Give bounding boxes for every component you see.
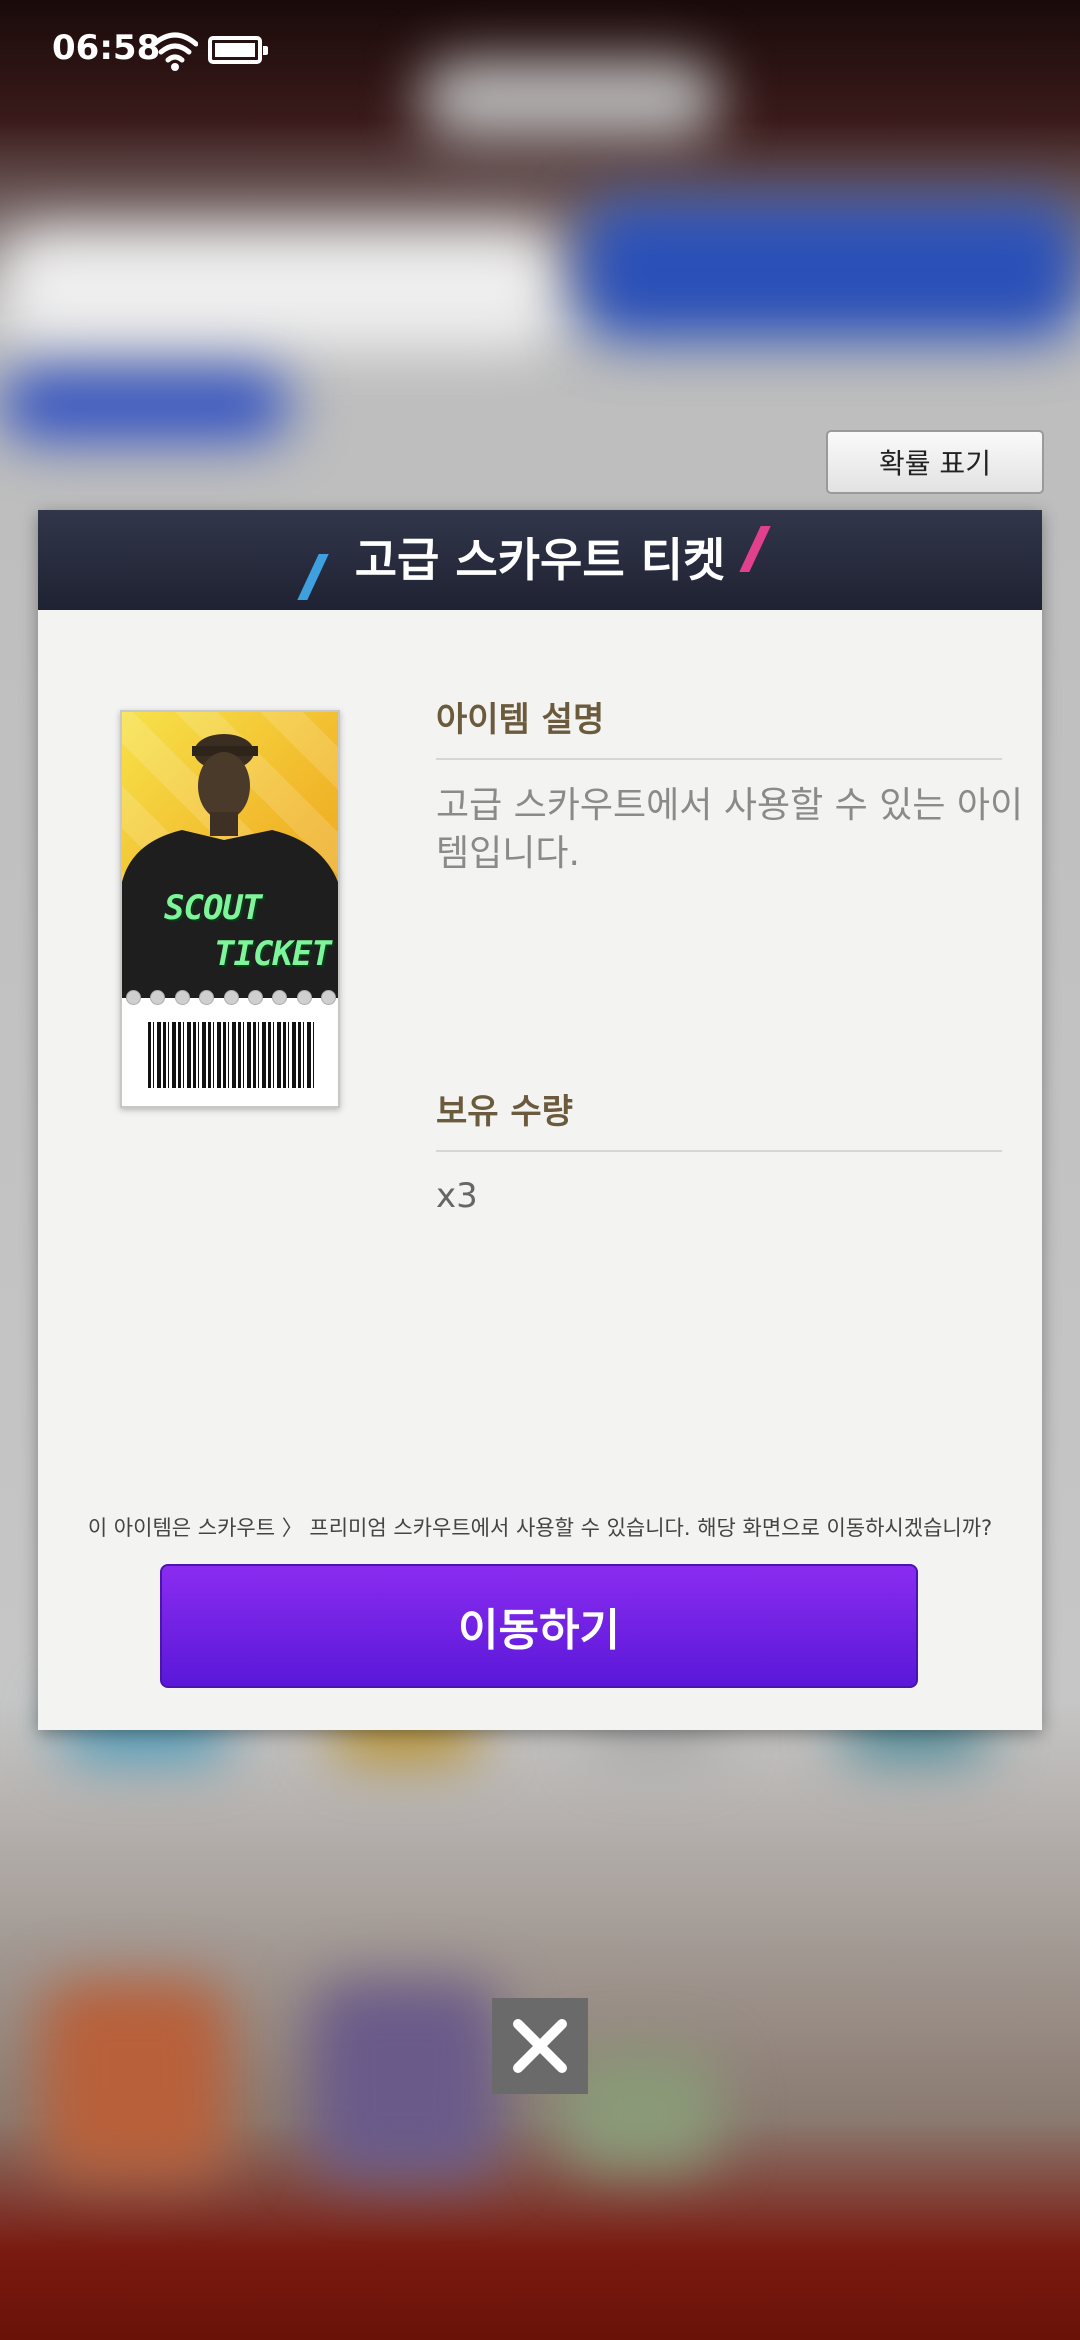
ticket-label-ticket: TICKET <box>214 934 332 974</box>
status-bar: 06:58 <box>0 0 1080 100</box>
ticket-perforation <box>126 990 336 1006</box>
battery-icon <box>208 36 268 64</box>
navigation-notice: 이 아이템은 스카우트 〉 프리미엄 스카우트에서 사용할 수 있습니다. 해당… <box>87 1516 993 1540</box>
item-dialog: 고급 스카우트 티켓 SCOUT TICKET 아이템 설명 고급 스카우트에서… <box>38 510 1042 1730</box>
barcode <box>148 1022 314 1088</box>
probability-display-button[interactable]: 확률 표기 <box>826 430 1044 494</box>
scout-ticket-image: SCOUT TICKET <box>120 710 340 1108</box>
wifi-icon <box>152 32 198 71</box>
quantity-title: 보유 수량 <box>436 1092 573 1132</box>
dialog-title: 고급 스카우트 티켓 <box>354 533 726 587</box>
ticket-label-scout: SCOUT <box>164 888 262 928</box>
description-title: 아이템 설명 <box>436 700 605 740</box>
close-icon <box>513 2019 567 2073</box>
description-text: 고급 스카우트에서 사용할 수 있는 아이템입니다. <box>436 785 1024 874</box>
move-button[interactable]: 이동하기 <box>160 1564 918 1688</box>
status-time: 06:58 <box>52 28 161 68</box>
divider <box>436 758 1002 760</box>
quantity-value: x3 <box>436 1176 478 1216</box>
divider <box>436 1150 1002 1152</box>
dialog-header: 고급 스카우트 티켓 <box>38 510 1042 610</box>
close-button[interactable] <box>492 1998 588 2094</box>
